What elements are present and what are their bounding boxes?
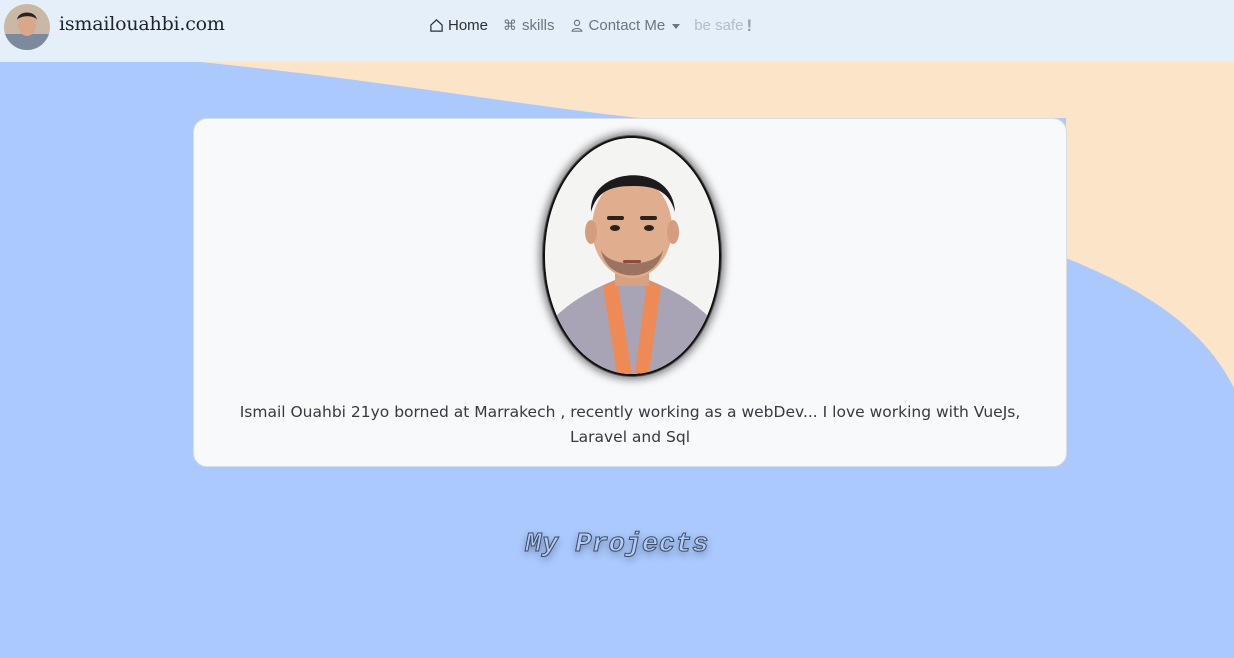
nav-contact-dropdown[interactable]: Contact Me [569, 17, 681, 34]
avatar [4, 4, 50, 50]
nav-skills[interactable]: ⌘ skills [502, 17, 555, 34]
bio-text: Ismail Ouahbi 21yo borned at Marrakech ,… [239, 403, 1021, 446]
nav-be-safe-label: be safe [694, 17, 744, 34]
brand-name: ismailouahbi.com [59, 13, 225, 35]
top-navbar: ismailouahbi.com Home ⌘ skills Contact M… [0, 0, 1234, 62]
person-icon [569, 18, 585, 34]
nav-contact-label: Contact Me [588, 17, 666, 34]
nav-home-label: Home [448, 17, 489, 34]
profile-card: Ismail Ouahbi 21yo borned at Marrakech ,… [193, 118, 1067, 467]
chevron-down-icon [672, 23, 681, 29]
nav-home[interactable]: Home [428, 17, 488, 34]
command-icon: ⌘ [503, 17, 518, 33]
main-nav: Home ⌘ skills Contact Me be safe ! [428, 17, 766, 34]
nav-be-safe: be safe ! [694, 17, 752, 34]
projects-heading: My Projects [525, 530, 709, 561]
nav-skills-label: skills [522, 17, 555, 34]
brand-link[interactable]: ismailouahbi.com [4, 4, 225, 50]
house-icon [428, 18, 444, 34]
exclamation-icon: ! [746, 16, 753, 35]
profile-photo [543, 136, 721, 376]
